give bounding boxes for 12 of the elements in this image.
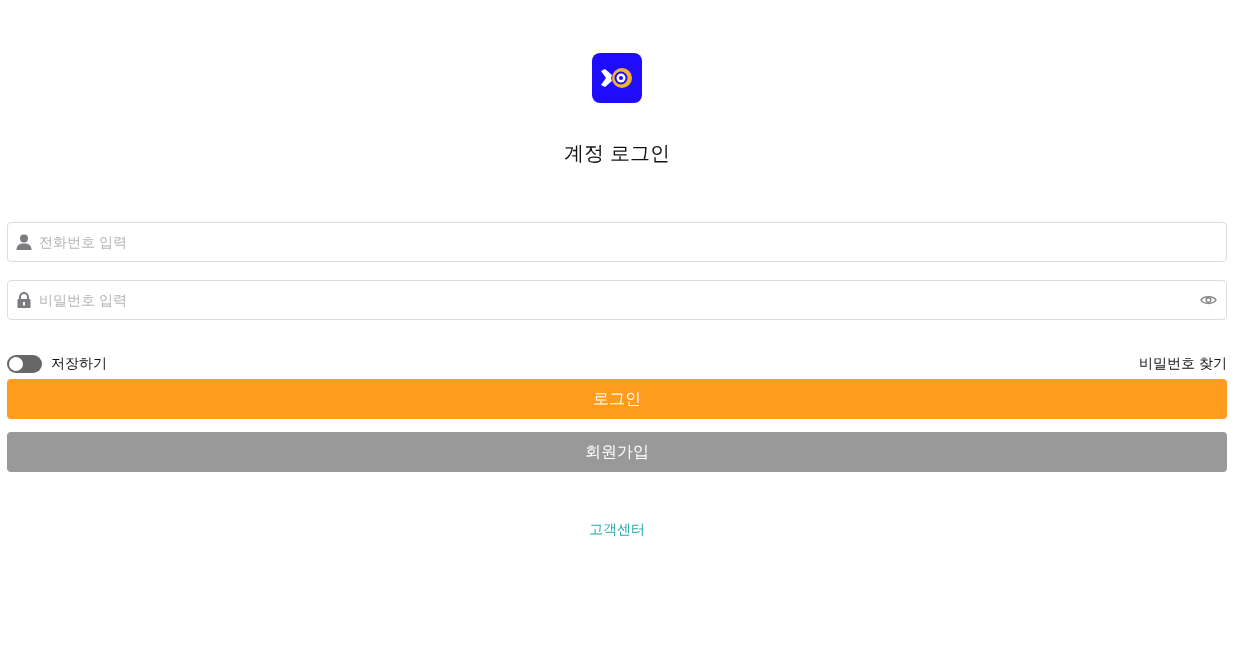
phone-input-field[interactable]: 전화번호 입력 <box>7 222 1227 262</box>
find-password-link[interactable]: 비밀번호 찾기 <box>1138 355 1227 373</box>
signup-button[interactable]: 회원가입 <box>7 432 1227 472</box>
person-icon <box>16 234 32 250</box>
password-input-field[interactable]: 비밀번호 입력 <box>7 280 1227 320</box>
login-button[interactable]: 로그인 <box>7 379 1227 419</box>
page-title: 계정 로그인 <box>563 140 671 166</box>
remember-toggle[interactable] <box>7 355 42 373</box>
remember-label: 저장하기 <box>51 355 107 373</box>
app-logo <box>592 53 642 103</box>
lock-icon <box>16 292 32 308</box>
customer-center-link[interactable]: 고객센터 <box>589 521 645 539</box>
